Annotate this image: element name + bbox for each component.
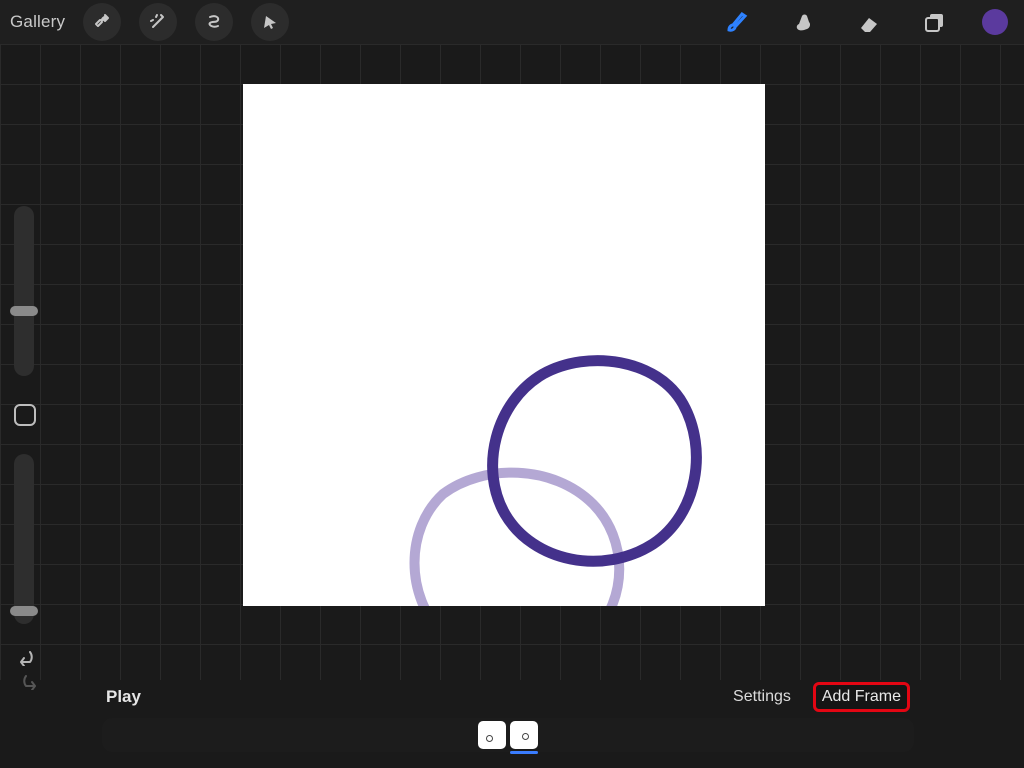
selection-icon (204, 12, 224, 32)
eraser-tool[interactable] (850, 3, 888, 41)
layers-icon (923, 10, 947, 34)
canvas-stage (0, 44, 1024, 680)
canvas[interactable] (243, 84, 765, 606)
brush-icon (724, 9, 750, 35)
undo-button[interactable] (16, 648, 40, 666)
brush-size-thumb[interactable] (10, 306, 38, 316)
canvas-drawing (243, 84, 765, 606)
brush-tool[interactable] (718, 3, 756, 41)
arrow-cursor-icon (260, 12, 280, 32)
wrench-icon (92, 12, 112, 32)
selection-button[interactable] (195, 3, 233, 41)
wand-icon (148, 12, 168, 32)
foreground-stroke (493, 361, 697, 562)
animation-timeline: Play Settings Add Frame (92, 680, 924, 756)
eraser-icon (857, 10, 881, 34)
frame-thumb[interactable] (510, 721, 538, 749)
timeline-settings-button[interactable]: Settings (733, 688, 791, 706)
add-frame-button[interactable]: Add Frame (813, 682, 910, 712)
onion-skin-stroke (415, 473, 620, 606)
redo-button[interactable] (16, 672, 40, 690)
transform-button[interactable] (251, 3, 289, 41)
side-sliders (6, 206, 42, 726)
actions-button[interactable] (83, 3, 121, 41)
color-swatch[interactable] (982, 9, 1008, 35)
frame-strip[interactable] (102, 718, 914, 752)
smudge-tool[interactable] (784, 3, 822, 41)
play-button[interactable]: Play (106, 687, 141, 707)
gallery-link[interactable]: Gallery (10, 12, 65, 32)
smudge-icon (791, 10, 815, 34)
frame-thumb[interactable] (478, 721, 506, 749)
opacity-slider[interactable] (14, 454, 34, 624)
modify-button[interactable] (14, 404, 36, 426)
brush-size-slider[interactable] (14, 206, 34, 376)
opacity-thumb[interactable] (10, 606, 38, 616)
top-toolbar: Gallery (0, 0, 1024, 44)
adjustments-button[interactable] (139, 3, 177, 41)
layers-button[interactable] (916, 3, 954, 41)
